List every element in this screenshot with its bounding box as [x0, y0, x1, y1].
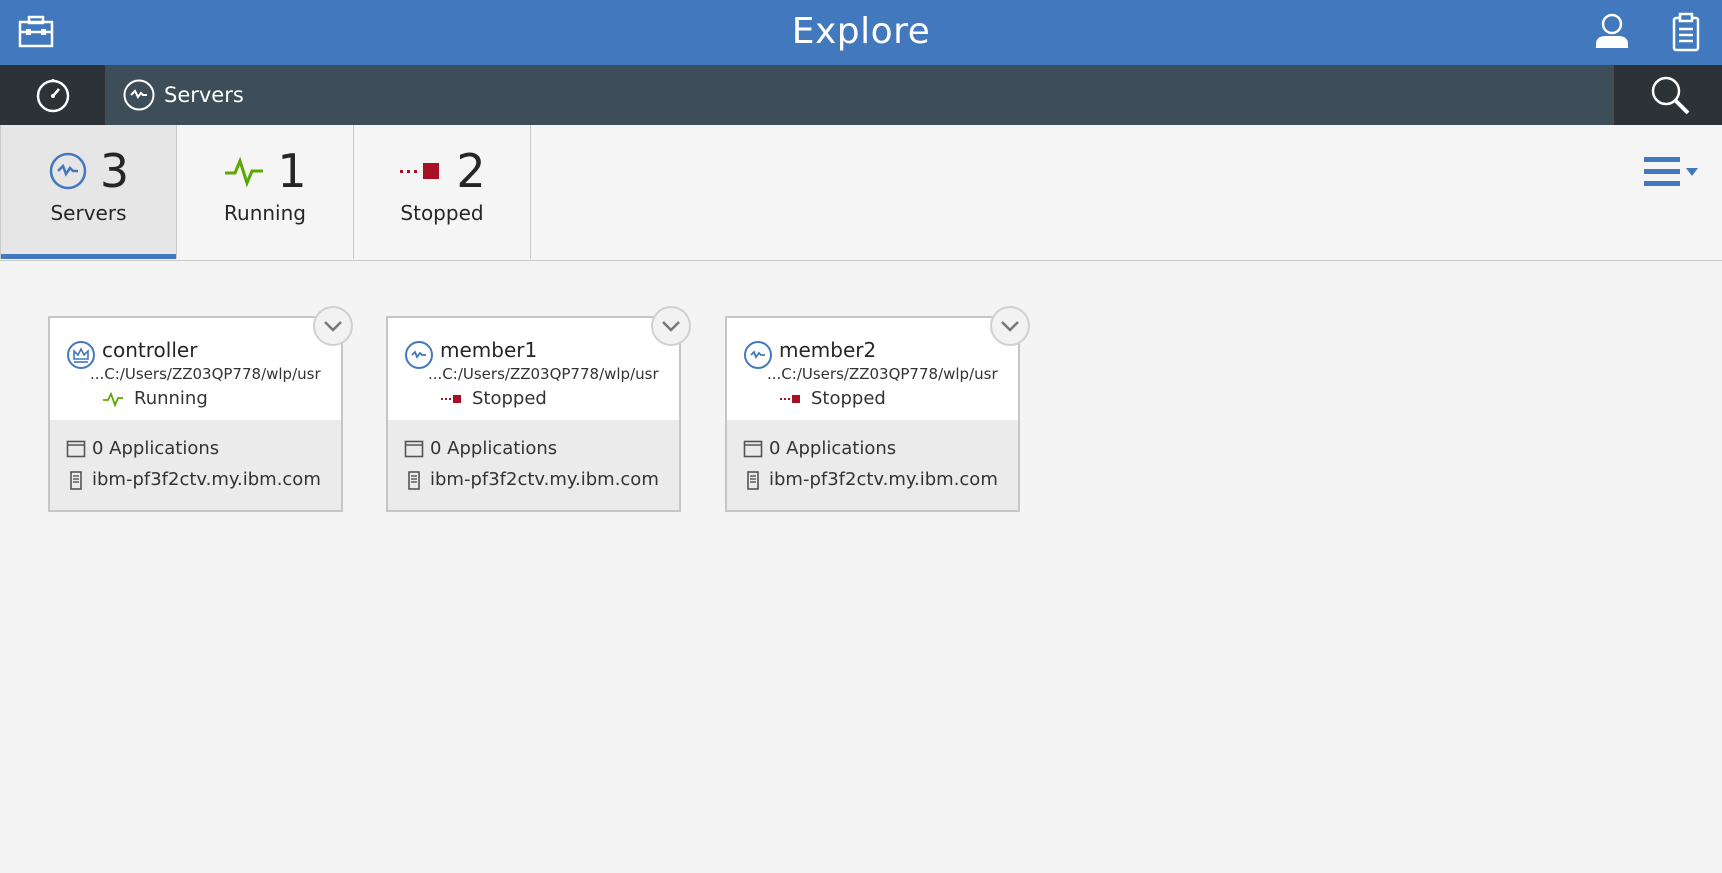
top-header: Explore — [0, 0, 1722, 65]
chevron-down-icon — [1001, 321, 1019, 332]
stopped-icon — [780, 394, 800, 403]
server-name[interactable]: member2 — [779, 338, 876, 362]
running-pulse-icon — [103, 391, 123, 407]
host-name: ibm-pf3f2ctv.my.ibm.com — [769, 469, 998, 490]
running-label: Running — [224, 201, 306, 225]
stopped-icon — [400, 163, 440, 179]
server-name[interactable]: member1 — [440, 338, 537, 362]
status-label: Running — [134, 388, 208, 409]
stopped-label: Stopped — [400, 201, 484, 225]
server-card-member2[interactable]: member2 ...C:/Users/ZZ03QP778/wlp/usr St… — [725, 306, 1030, 512]
chevron-down-icon — [324, 321, 342, 332]
chevron-down-icon — [662, 321, 680, 332]
server-name[interactable]: controller — [102, 338, 197, 362]
card-header: member1 ...C:/Users/ZZ03QP778/wlp/usr St… — [388, 318, 679, 420]
clipboard-icon[interactable] — [1664, 10, 1708, 54]
breadcrumb[interactable]: Servers — [122, 65, 244, 125]
server-card-member1[interactable]: member1 ...C:/Users/ZZ03QP778/wlp/usr St… — [386, 306, 691, 512]
server-path: ...C:/Users/ZZ03QP778/wlp/usr — [767, 365, 998, 383]
application-window-icon — [404, 440, 424, 457]
server-path: ...C:/Users/ZZ03QP778/wlp/usr — [90, 365, 321, 383]
search-button[interactable] — [1614, 65, 1722, 125]
status-label: Stopped — [811, 388, 886, 409]
status-label: Stopped — [472, 388, 547, 409]
host-row[interactable]: ibm-pf3f2ctv.my.ibm.com — [743, 469, 998, 490]
applications-row[interactable]: 0 Applications — [743, 438, 896, 459]
server-card-controller[interactable]: controller ...C:/Users/ZZ03QP778/wlp/usr… — [48, 306, 353, 512]
card-expand-toggle[interactable] — [651, 306, 691, 346]
stopped-count: 2 — [456, 144, 486, 198]
stopped-icon — [441, 394, 461, 403]
search-icon — [1651, 76, 1690, 115]
host-server-icon — [408, 470, 420, 490]
host-row[interactable]: ibm-pf3f2ctv.my.ibm.com — [404, 469, 659, 490]
applications-count: 0 Applications — [92, 438, 220, 459]
host-server-icon — [747, 470, 759, 490]
servers-count: 3 — [99, 144, 130, 198]
server-status: Stopped — [779, 388, 886, 409]
applications-row[interactable]: 0 Applications — [66, 438, 219, 459]
applications-row[interactable]: 0 Applications — [404, 438, 557, 459]
server-icon — [123, 79, 155, 111]
card-expand-toggle[interactable] — [990, 306, 1030, 346]
tile-stopped[interactable]: 2 Stopped — [354, 125, 531, 259]
host-name: ibm-pf3f2ctv.my.ibm.com — [92, 469, 321, 490]
active-tab-indicator — [1, 254, 176, 259]
server-path: ...C:/Users/ZZ03QP778/wlp/usr — [428, 365, 659, 383]
dashboard-icon — [36, 79, 70, 113]
breadcrumb-label: Servers — [164, 83, 244, 107]
host-row[interactable]: ibm-pf3f2ctv.my.ibm.com — [66, 469, 321, 490]
user-icon[interactable] — [1590, 10, 1634, 54]
running-pulse-icon — [225, 156, 264, 188]
card-header: controller ...C:/Users/ZZ03QP778/wlp/usr… — [50, 318, 341, 420]
page-title: Explore — [791, 11, 931, 52]
tile-running[interactable]: 1 Running — [177, 125, 354, 259]
sub-navigation: Servers — [0, 65, 1722, 125]
host-server-icon — [70, 470, 82, 490]
applications-count: 0 Applications — [769, 438, 897, 459]
application-window-icon — [66, 440, 86, 457]
card-header: member2 ...C:/Users/ZZ03QP778/wlp/usr St… — [727, 318, 1018, 420]
server-icon — [49, 152, 87, 190]
server-status: Running — [102, 388, 208, 409]
dashboard-button[interactable] — [0, 65, 105, 125]
applications-count: 0 Applications — [430, 438, 558, 459]
list-view-menu-icon[interactable] — [1644, 149, 1704, 195]
host-name: ibm-pf3f2ctv.my.ibm.com — [430, 469, 659, 490]
card-expand-toggle[interactable] — [313, 306, 353, 346]
summary-bar: 3 Servers 1 Running 2 Stopped — [0, 125, 1722, 261]
tile-servers[interactable]: 3 Servers — [0, 125, 177, 259]
servers-label: Servers — [50, 201, 127, 225]
running-count: 1 — [277, 144, 307, 198]
application-window-icon — [743, 440, 763, 457]
server-status: Stopped — [440, 388, 547, 409]
